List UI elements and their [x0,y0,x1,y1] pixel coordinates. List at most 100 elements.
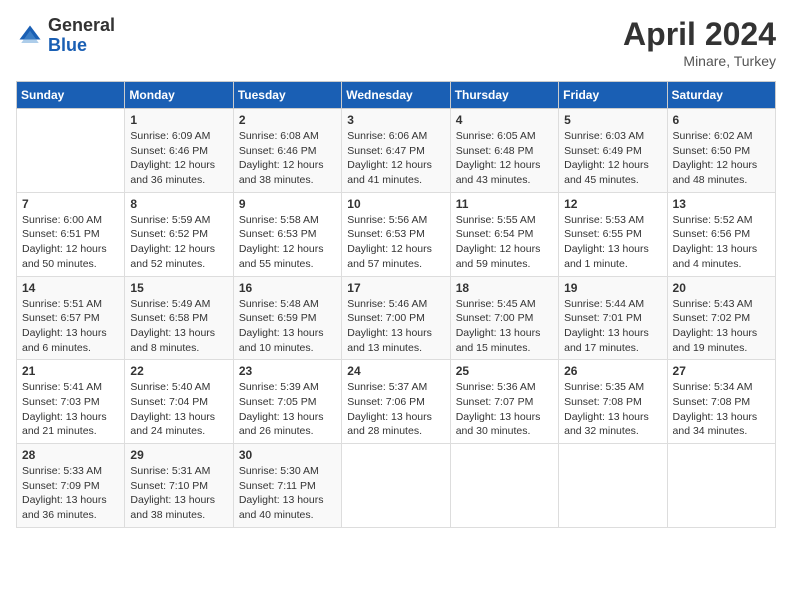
calendar-cell: 15Sunrise: 5:49 AMSunset: 6:58 PMDayligh… [125,276,233,360]
day-number: 11 [456,197,553,211]
calendar-cell [667,444,775,528]
day-number: 7 [22,197,119,211]
day-info: Sunrise: 6:03 AMSunset: 6:49 PMDaylight:… [564,129,661,188]
calendar-cell: 18 Sunrise: 5:45 AMSunset: 7:00 PMDayligh… [450,276,558,360]
day-number: 19 [564,281,661,295]
calendar-cell: 13 Sunrise: 5:52 AMSunset: 6:56 PMDayligh… [667,192,775,276]
day-number: 6 [673,113,770,127]
calendar-cell: 7 Sunrise: 6:00 AMSunset: 6:51 PMDaylight… [17,192,125,276]
day-info: Sunrise: 5:39 AMSunset: 7:05 PMDaylight:… [239,380,336,439]
calendar-cell: 12 Sunrise: 5:53 AMSunset: 6:55 PMDayligh… [559,192,667,276]
calendar-cell: 26 Sunrise: 5:35 AMSunset: 7:08 PMDayligh… [559,360,667,444]
day-number: 10 [347,197,444,211]
page-header: General Blue April 2024 Minare, Turkey [16,16,776,69]
calendar-cell [559,444,667,528]
calendar-body: 1 Sunrise: 6:09 AMSunset: 6:46 PMDaylight… [17,109,776,528]
day-info: Sunrise: 5:45 AMSunset: 7:00 PMDaylight:… [456,297,553,356]
header-day-thursday: Thursday [450,82,558,109]
day-number: 13 [673,197,770,211]
day-info: Sunrise: 5:40 AMSunset: 7:04 PMDaylight:… [130,380,227,439]
header-day-monday: Monday [125,82,233,109]
calendar-cell: 9Sunrise: 5:58 AMSunset: 6:53 PMDaylight… [233,192,341,276]
day-info: Sunrise: 5:52 AMSunset: 6:56 PMDaylight:… [673,213,770,272]
day-number: 21 [22,364,119,378]
day-number: 30 [239,448,336,462]
calendar-header: SundayMondayTuesdayWednesdayThursdayFrid… [17,82,776,109]
calendar-table: SundayMondayTuesdayWednesdayThursdayFrid… [16,81,776,528]
day-number: 4 [456,113,553,127]
header-day-saturday: Saturday [667,82,775,109]
day-info: Sunrise: 5:48 AMSunset: 6:59 PMDaylight:… [239,297,336,356]
header-day-friday: Friday [559,82,667,109]
calendar-cell [450,444,558,528]
calendar-cell [17,109,125,193]
week-row-5: 28 Sunrise: 5:33 AMSunset: 7:09 PMDayligh… [17,444,776,528]
calendar-cell: 24 Sunrise: 5:37 AMSunset: 7:06 PMDayligh… [342,360,450,444]
day-number: 5 [564,113,661,127]
week-row-2: 7 Sunrise: 6:00 AMSunset: 6:51 PMDaylight… [17,192,776,276]
day-number: 24 [347,364,444,378]
logo: General Blue [16,16,115,56]
day-info: Sunrise: 6:09 AMSunset: 6:46 PMDaylight:… [130,129,227,188]
day-number: 16 [239,281,336,295]
day-number: 29 [130,448,227,462]
day-number: 15 [130,281,227,295]
day-info: Sunrise: 5:44 AMSunset: 7:01 PMDaylight:… [564,297,661,356]
calendar-cell: 11Sunrise: 5:55 AMSunset: 6:54 PMDayligh… [450,192,558,276]
day-info: Sunrise: 5:30 AMSunset: 7:11 PMDaylight:… [239,464,336,523]
day-info: Sunrise: 6:00 AMSunset: 6:51 PMDaylight:… [22,213,119,272]
header-day-sunday: Sunday [17,82,125,109]
calendar-cell: 17Sunrise: 5:46 AMSunset: 7:00 PMDayligh… [342,276,450,360]
day-number: 25 [456,364,553,378]
day-number: 22 [130,364,227,378]
calendar-cell: 10 Sunrise: 5:56 AMSunset: 6:53 PMDayligh… [342,192,450,276]
week-row-3: 14 Sunrise: 5:51 AMSunset: 6:57 PMDayligh… [17,276,776,360]
title-block: April 2024 Minare, Turkey [623,16,776,69]
calendar-cell: 29 Sunrise: 5:31 AMSunset: 7:10 PMDayligh… [125,444,233,528]
day-number: 27 [673,364,770,378]
day-info: Sunrise: 5:35 AMSunset: 7:08 PMDaylight:… [564,380,661,439]
day-info: Sunrise: 6:02 AMSunset: 6:50 PMDaylight:… [673,129,770,188]
calendar-cell: 8Sunrise: 5:59 AMSunset: 6:52 PMDaylight… [125,192,233,276]
calendar-cell: 22 Sunrise: 5:40 AMSunset: 7:04 PMDayligh… [125,360,233,444]
day-number: 12 [564,197,661,211]
calendar-cell: 21Sunrise: 5:41 AMSunset: 7:03 PMDayligh… [17,360,125,444]
calendar-cell: 23Sunrise: 5:39 AMSunset: 7:05 PMDayligh… [233,360,341,444]
calendar-cell: 5 Sunrise: 6:03 AMSunset: 6:49 PMDaylight… [559,109,667,193]
day-info: Sunrise: 6:08 AMSunset: 6:46 PMDaylight:… [239,129,336,188]
day-info: Sunrise: 5:31 AMSunset: 7:10 PMDaylight:… [130,464,227,523]
day-number: 18 [456,281,553,295]
day-info: Sunrise: 5:34 AMSunset: 7:08 PMDaylight:… [673,380,770,439]
logo-blue-text: Blue [48,35,87,55]
calendar-cell: 27 Sunrise: 5:34 AMSunset: 7:08 PMDayligh… [667,360,775,444]
day-number: 2 [239,113,336,127]
week-row-4: 21Sunrise: 5:41 AMSunset: 7:03 PMDayligh… [17,360,776,444]
calendar-cell [342,444,450,528]
calendar-cell: 3Sunrise: 6:06 AMSunset: 6:47 PMDaylight… [342,109,450,193]
day-info: Sunrise: 5:51 AMSunset: 6:57 PMDaylight:… [22,297,119,356]
day-info: Sunrise: 5:33 AMSunset: 7:09 PMDaylight:… [22,464,119,523]
day-info: Sunrise: 5:37 AMSunset: 7:06 PMDaylight:… [347,380,444,439]
day-number: 20 [673,281,770,295]
day-info: Sunrise: 5:53 AMSunset: 6:55 PMDaylight:… [564,213,661,272]
day-info: Sunrise: 5:36 AMSunset: 7:07 PMDaylight:… [456,380,553,439]
calendar-subtitle: Minare, Turkey [623,53,776,69]
calendar-cell: 25 Sunrise: 5:36 AMSunset: 7:07 PMDayligh… [450,360,558,444]
calendar-cell: 1 Sunrise: 6:09 AMSunset: 6:46 PMDaylight… [125,109,233,193]
logo-icon [16,22,44,50]
header-day-wednesday: Wednesday [342,82,450,109]
calendar-cell: 6 Sunrise: 6:02 AMSunset: 6:50 PMDaylight… [667,109,775,193]
calendar-cell: 19 Sunrise: 5:44 AMSunset: 7:01 PMDayligh… [559,276,667,360]
header-row: SundayMondayTuesdayWednesdayThursdayFrid… [17,82,776,109]
day-number: 1 [130,113,227,127]
day-number: 28 [22,448,119,462]
day-number: 26 [564,364,661,378]
calendar-title: April 2024 [623,16,776,53]
calendar-cell: 2 Sunrise: 6:08 AMSunset: 6:46 PMDaylight… [233,109,341,193]
day-number: 14 [22,281,119,295]
calendar-cell: 16 Sunrise: 5:48 AMSunset: 6:59 PMDayligh… [233,276,341,360]
week-row-1: 1 Sunrise: 6:09 AMSunset: 6:46 PMDaylight… [17,109,776,193]
day-info: Sunrise: 6:06 AMSunset: 6:47 PMDaylight:… [347,129,444,188]
day-info: Sunrise: 5:56 AMSunset: 6:53 PMDaylight:… [347,213,444,272]
logo-general-text: General [48,15,115,35]
